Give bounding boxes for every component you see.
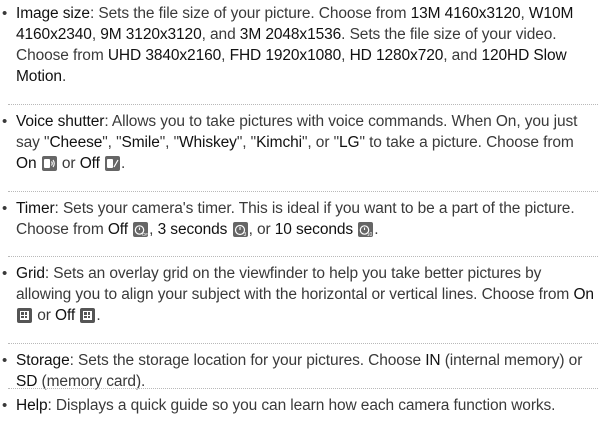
list-item-timer: • Timer: Sets your camera's timer. This … [2,200,575,238]
voice-shutter-off-icon [105,156,121,171]
term-label: Help [16,397,48,414]
bullet: • [2,5,8,22]
svg-text:10: 10 [367,232,373,237]
list-item-voice-shutter: • Voice shutter: Allows you to take pict… [2,113,578,172]
term-label: Image size [16,5,90,22]
bullet: • [2,265,8,282]
svg-text:3: 3 [243,232,246,237]
bullet: • [2,200,8,217]
list-item-image-size: • Image size: Sets the file size of your… [2,5,574,85]
divider [8,256,598,257]
svg-text:OFF: OFF [142,232,148,237]
list-item-grid: • Grid: Sets an overlay grid on the view… [2,265,594,324]
timer-10s-icon: 10 [358,222,374,237]
divider [8,388,598,389]
grid-on-icon [17,308,32,323]
term-label: Storage [16,352,70,369]
bullet: • [2,352,8,369]
divider [8,343,598,344]
list-item-storage: • Storage: Sets the storage location for… [2,352,583,390]
voice-shutter-on-icon [41,156,57,171]
timer-off-icon: OFF [133,222,149,237]
bullet: • [2,113,8,130]
timer-3s-icon: 3 [232,222,248,237]
term-label: Timer [16,200,55,217]
term-label: Grid [16,265,45,282]
term-label: Voice shutter [16,113,105,130]
grid-off-icon [80,308,96,323]
bullet: • [2,397,8,414]
divider [8,104,598,105]
manual-page: • Image size: Sets the file size of your… [0,0,606,436]
list-item-help: • Help: Displays a quick guide so you ca… [2,397,556,414]
divider [8,191,598,192]
